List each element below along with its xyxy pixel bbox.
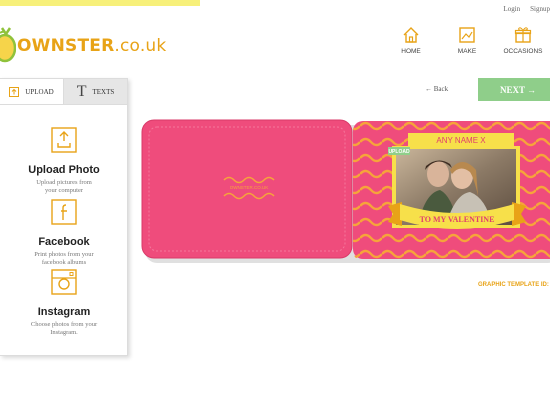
logo-text: OWNSTER.co.uk <box>17 36 167 56</box>
card-brand-small: OWNSTER.CO.UK <box>230 185 269 190</box>
upload-photo-option[interactable]: Upload Photo Upload pictures from your c… <box>0 127 128 195</box>
editor-side-panel: UPLOAD T TEXTS Upload Photo Upload pictu… <box>0 78 128 356</box>
card-ribbon-text: TO MY VALENTINE <box>420 215 495 224</box>
next-button[interactable]: NEXT → <box>478 78 550 101</box>
nav-home[interactable]: HOME <box>385 26 437 55</box>
nav-make[interactable]: MAKE <box>441 26 493 55</box>
nav-make-label: MAKE <box>457 48 477 55</box>
back-link[interactable]: ← Back <box>425 85 448 93</box>
upload-photo-icon <box>51 127 77 153</box>
signup-link[interactable]: Signup <box>530 5 550 13</box>
card-upload-label: UPLOAD <box>388 149 410 155</box>
account-links: Login Signup <box>503 5 550 13</box>
tab-upload[interactable]: UPLOAD <box>0 79 63 104</box>
template-id: GRAPHIC TEMPLATE ID: LHV10 <box>478 282 550 288</box>
instagram-desc: Choose photos from your Instagram. <box>30 321 98 336</box>
card-name-label: ANY NAME X <box>436 136 486 145</box>
instagram-icon <box>51 269 77 295</box>
instagram-option[interactable]: Instagram Choose photos from your Instag… <box>0 269 128 337</box>
nav-occasions[interactable]: OCCASIONS <box>497 26 549 55</box>
facebook-desc: Print photos from your facebook albums <box>34 251 94 266</box>
home-icon <box>403 27 419 43</box>
instagram-title: Instagram <box>37 306 91 318</box>
nav-home-label: HOME <box>401 48 421 55</box>
login-link[interactable]: Login <box>503 5 520 13</box>
tab-texts-label: TEXTS <box>92 87 115 96</box>
card-right-panel: ANY NAME X UPLOAD TO MY VALENTINE <box>353 121 550 259</box>
panel-tabs: UPLOAD T TEXTS <box>0 79 127 105</box>
facebook-icon <box>51 199 77 225</box>
upload-photo-desc: Upload pictures from your computer <box>36 179 92 194</box>
top-accent-strip <box>0 0 200 6</box>
upload-photo-title: Upload Photo <box>28 164 100 176</box>
text-icon: T <box>76 82 87 100</box>
card-preview: OWNSTER.CO.UK ANY NAME X UPLOAD TO MY VA… <box>141 119 550 263</box>
make-icon <box>459 27 475 43</box>
nav-occasions-label: OCCASIONS <box>503 48 543 55</box>
gift-icon <box>514 27 532 43</box>
site-logo[interactable]: OWNSTER.co.uk <box>0 18 166 70</box>
upload-icon <box>9 86 20 97</box>
facebook-option[interactable]: Facebook Print photos from your facebook… <box>0 199 128 267</box>
logo-mark-icon <box>0 27 16 63</box>
card-left-panel: OWNSTER.CO.UK <box>141 119 353 259</box>
tab-texts[interactable]: T TEXTS <box>63 79 127 104</box>
facebook-title: Facebook <box>38 236 90 248</box>
tab-upload-label: UPLOAD <box>25 87 54 96</box>
main-nav: HOME MAKE OCCASIONS <box>385 26 550 55</box>
